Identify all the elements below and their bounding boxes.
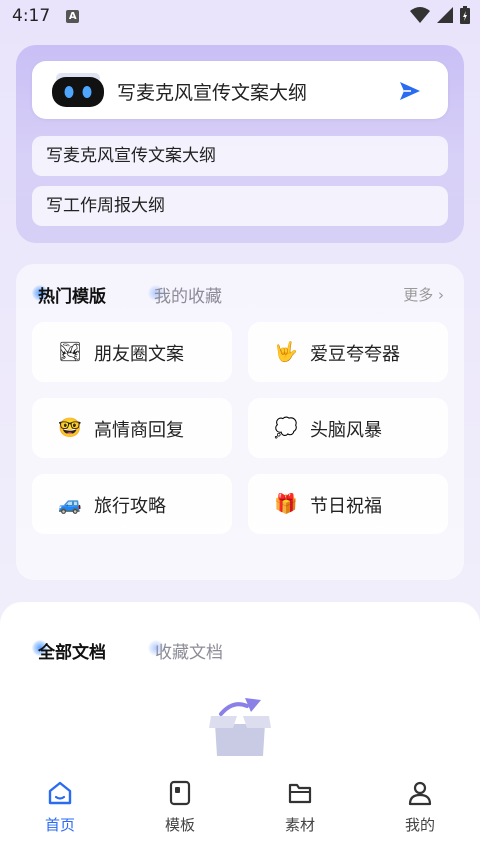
more-link[interactable]: 更多 › xyxy=(403,284,444,305)
tab-favorite-documents[interactable]: 收藏文档 xyxy=(155,638,223,663)
template-tile[interactable]: 🚙 旅行攻略 xyxy=(32,474,232,534)
signal-icon xyxy=(437,7,453,23)
nav-profile[interactable]: 我的 xyxy=(360,770,480,853)
landscape-photo-icon: 🏞 xyxy=(58,341,83,363)
robot-assistant-icon xyxy=(52,73,104,107)
template-label: 头脑风暴 xyxy=(310,420,382,441)
nav-label: 模板 xyxy=(164,816,195,834)
template-tile[interactable]: 🏞 朋友圈文案 xyxy=(32,322,232,382)
ai-prompt-card: 写麦克风宣传文案大纲 写麦克风宣传文案大纲 写工作周报大纲 xyxy=(16,45,464,243)
send-icon[interactable] xyxy=(398,79,422,103)
ai-prompt-input[interactable]: 写麦克风宣传文案大纲 xyxy=(32,61,448,119)
profile-icon xyxy=(408,781,432,806)
nav-templates[interactable]: 模板 xyxy=(120,770,240,853)
wifi-icon xyxy=(410,7,430,23)
tab-all-documents[interactable]: 全部文档 xyxy=(38,638,106,663)
nav-label: 首页 xyxy=(44,816,75,834)
nav-materials[interactable]: 素材 xyxy=(240,770,360,853)
template-tile[interactable]: 🎁 节日祝福 xyxy=(248,474,448,534)
home-icon xyxy=(48,781,72,805)
tab-hot-templates[interactable]: 热门模版 xyxy=(38,282,106,307)
template-label: 旅行攻略 xyxy=(94,496,166,517)
status-time: 4:17 xyxy=(12,6,51,26)
template-label: 节日祝福 xyxy=(310,496,382,517)
status-bar: 4:17 A xyxy=(0,0,480,32)
thought-bubble-icon: 💭 xyxy=(274,417,298,439)
nav-label: 素材 xyxy=(284,816,315,834)
nav-home[interactable]: 首页 xyxy=(0,770,120,853)
template-tile[interactable]: 🤓 高情商回复 xyxy=(32,398,232,458)
template-tile[interactable]: 🤟 爱豆夸夸器 xyxy=(248,322,448,382)
template-icon xyxy=(169,780,191,806)
gift-icon: 🎁 xyxy=(274,493,298,515)
templates-card: 热门模版 我的收藏 更多 › 🏞 朋友圈文案 🤟 爱豆夸夸器 🤓 高情商回复 💭… xyxy=(16,264,464,580)
rock-hand-icon: 🤟 xyxy=(274,341,298,363)
folder-icon xyxy=(288,783,312,804)
template-label: 朋友圈文案 xyxy=(94,344,184,365)
nerd-face-icon: 🤓 xyxy=(58,417,82,439)
suggestion-item[interactable]: 写麦克风宣传文案大纲 xyxy=(32,136,448,176)
template-label: 高情商回复 xyxy=(94,420,184,441)
car-icon: 🚙 xyxy=(58,493,82,515)
tab-my-favorites[interactable]: 我的收藏 xyxy=(154,282,222,307)
empty-box-icon xyxy=(209,698,271,756)
template-label: 爱豆夸夸器 xyxy=(310,344,400,365)
nav-label: 我的 xyxy=(404,816,435,834)
suggestion-item[interactable]: 写工作周报大纲 xyxy=(32,186,448,226)
template-tile[interactable]: 💭 头脑风暴 xyxy=(248,398,448,458)
notification-a-icon: A xyxy=(66,9,80,23)
prompt-text: 写麦克风宣传文案大纲 xyxy=(117,82,308,104)
bottom-nav: 首页 模板 素材 我的 xyxy=(0,770,480,853)
battery-icon xyxy=(460,6,470,24)
